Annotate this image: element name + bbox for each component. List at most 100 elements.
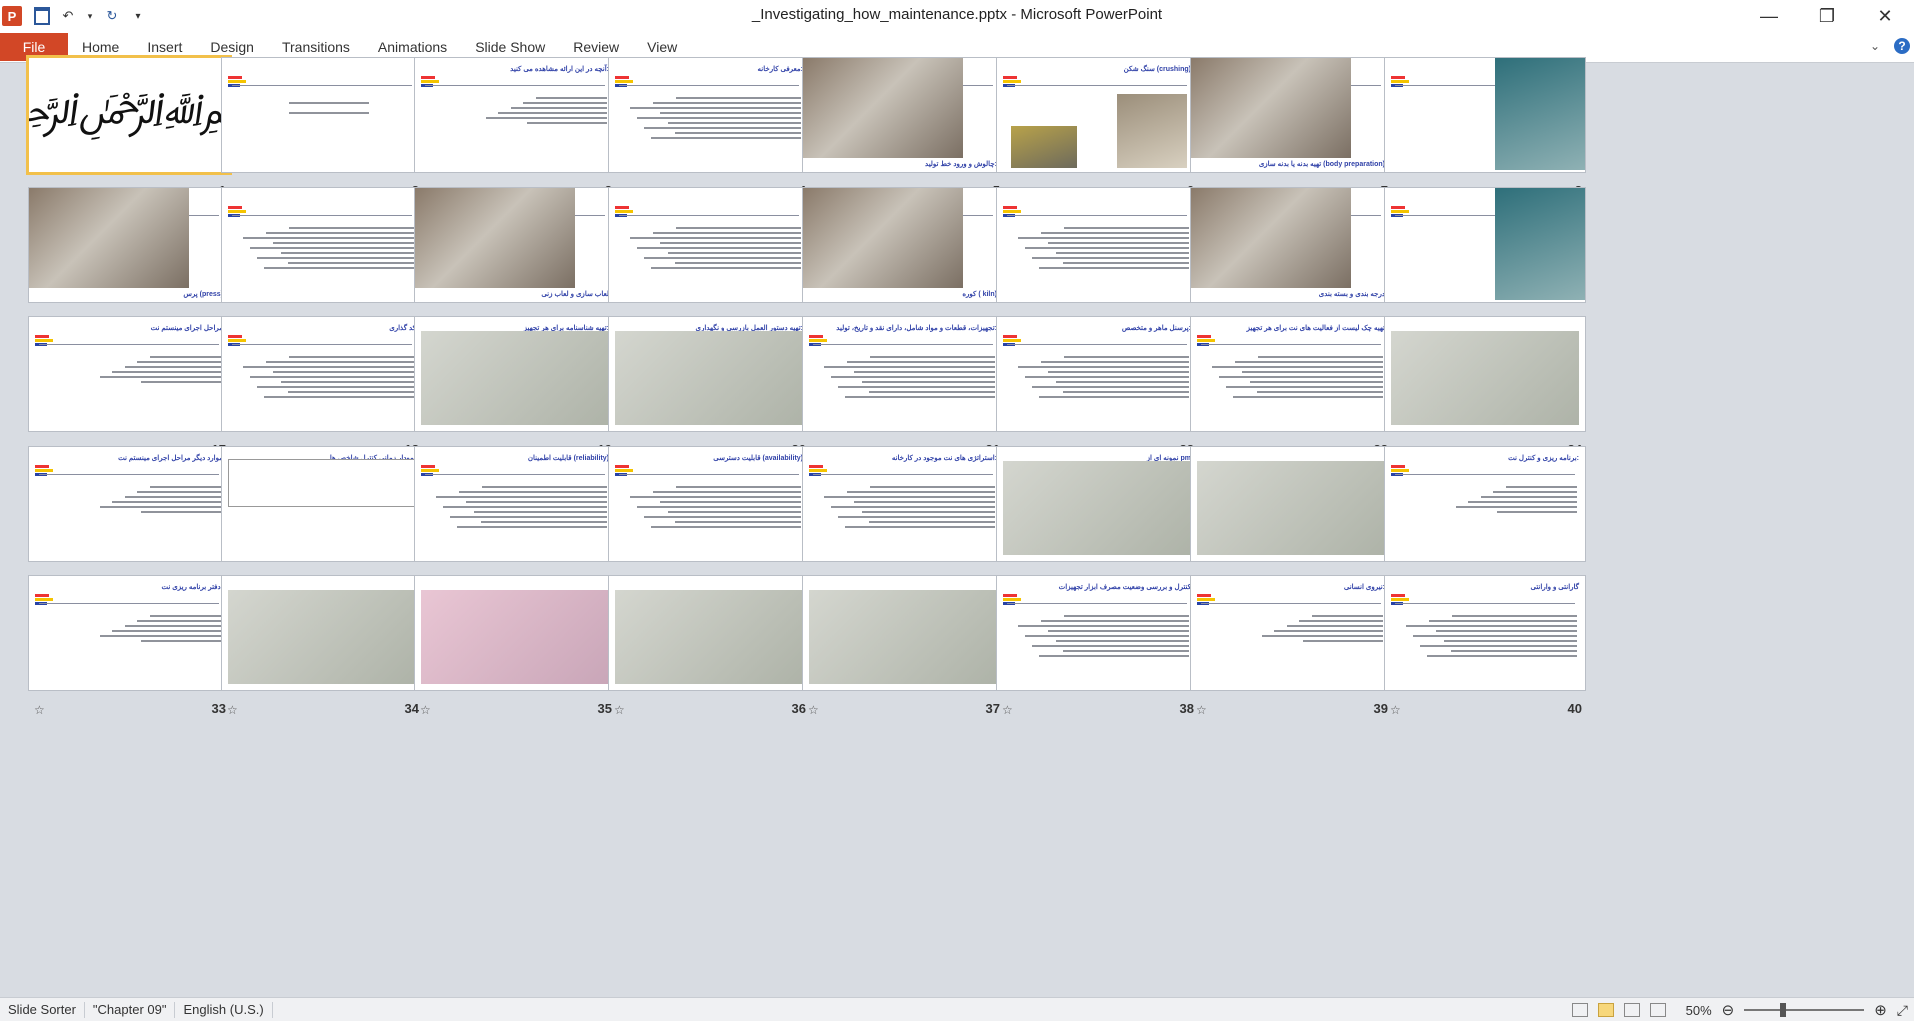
slide-thumbnail[interactable]: لعاب سازی و لعاب زنی <box>414 187 616 303</box>
expand-ribbon-icon[interactable]: ⌄ <box>1870 39 1880 53</box>
slide-thumbnail-cell[interactable]: نمودار زمانی کنترل شاخص ها☆26 <box>221 446 423 594</box>
slide-thumbnail[interactable]: پرس (press) <box>28 187 230 303</box>
slide-thumbnail[interactable] <box>608 575 810 691</box>
slide-thumbnail-cell[interactable]: ☆14 <box>996 187 1198 335</box>
slide-thumbnail-cell[interactable]: تهیه دستور العمل بازرسی و نگهداری:☆20 <box>608 316 810 464</box>
slide-thumbnail-cell[interactable]: دفتر برنامه ریزی نت:☆33 <box>28 575 230 723</box>
slide-thumbnail-cell[interactable]: درجه بندی و بسته بندی☆15 <box>1190 187 1392 335</box>
slide-thumbnail-cell[interactable]: قابلیت دسترسی (availability)☆28 <box>608 446 810 594</box>
slide-thumbnail-cell[interactable]: لعاب سازی و لعاب زنی☆11 <box>414 187 616 335</box>
slide-thumbnail-cell[interactable]: ☆ 36 <box>608 575 810 723</box>
slide-thumbnail-cell[interactable]: ☆10 <box>221 187 423 335</box>
slide-sorter-pane[interactable]: ﷽☆1☆2آنچه در این ارائه مشاهده می کنید:☆3… <box>0 55 1914 997</box>
status-language[interactable]: English (U.S.) <box>175 1001 273 1018</box>
slide-thumbnail-cell[interactable]: سنگ شکن (crushing)☆6 <box>996 57 1198 205</box>
slide-thumbnail-cell[interactable]: آنچه در این ارائه مشاهده می کنید:☆3 <box>414 57 616 205</box>
slide-thumbnail[interactable]: سنگ شکن (crushing) <box>996 57 1198 173</box>
slide-thumbnail-cell[interactable]: ☆12 <box>608 187 810 335</box>
slide-thumbnail-cell[interactable]: ☆31 <box>1190 446 1392 594</box>
reading-view-button[interactable] <box>1623 1003 1640 1017</box>
slide-thumbnail-cell[interactable]: موارد دیگر مراحل اجرای مینستم نت☆25 <box>28 446 230 594</box>
slide-thumbnail-cell[interactable]: نیروی انسانی:☆39 <box>1190 575 1392 723</box>
customize-toolbar-icon[interactable]: ▾ <box>130 8 146 24</box>
slide-thumbnail-cell[interactable]: ﷽☆1 <box>26 55 232 205</box>
slide-thumbnail[interactable] <box>221 575 423 691</box>
slide-thumbnail-cell[interactable]: گارانتی و وارانتی ☆ 40 <box>1384 575 1586 723</box>
slide-thumbnail-cell[interactable]: برنامه ریزی و کنترل نت:☆32 <box>1384 446 1586 594</box>
slide-thumbnail-cell[interactable]: تهیه شناسنامه برای هر تجهیز:☆19 <box>414 316 616 464</box>
slide-transition-icon[interactable]: ☆ <box>614 703 625 717</box>
slide-thumbnail-cell[interactable]: استراتژی های نت موجود در کارخانه:☆29 <box>802 446 1004 594</box>
slide-transition-icon[interactable]: ☆ <box>1390 703 1401 717</box>
slide-thumbnail[interactable]: نیروی انسانی: <box>1190 575 1392 691</box>
slide-thumbnail[interactable]: قابلیت دسترسی (availability) <box>608 446 810 562</box>
slide-thumbnail-cell[interactable]: تهیه چک لیست از فعالیت های نت برای هر تج… <box>1190 316 1392 464</box>
slide-thumbnail-cell[interactable]: معرفی کارخانه:☆4 <box>608 57 810 205</box>
slide-thumbnail-cell[interactable]: تهیه بدنه :☆8 <box>1384 57 1586 205</box>
normal-view-button[interactable] <box>1571 1003 1588 1017</box>
slide-thumbnail[interactable]: تهیه چک لیست از فعالیت های نت برای هر تج… <box>1190 316 1392 432</box>
slide-thumbnail[interactable]: برنامه ریزی و کنترل نت: <box>1384 446 1586 562</box>
slide-thumbnail[interactable]: درجه بندی و بسته بندی <box>1190 187 1392 303</box>
slide-thumbnail-cell[interactable]: ☆24 <box>1384 316 1586 464</box>
slide-thumbnail[interactable]: تهیه شناسنامه برای هر تجهیز: <box>414 316 616 432</box>
slide-thumbnail[interactable]: آنچه در این ارائه مشاهده می کنید: <box>414 57 616 173</box>
zoom-out-button[interactable]: ⊖ <box>1722 1001 1735 1019</box>
slide-thumbnail-cell[interactable]: کوره ( kiln)☆13 <box>802 187 1004 335</box>
slide-thumbnail[interactable] <box>221 187 423 303</box>
undo-icon[interactable]: ↶ <box>60 8 76 24</box>
slide-thumbnail[interactable] <box>221 57 423 173</box>
slide-sorter-view-button[interactable] <box>1597 1003 1614 1017</box>
slide-thumbnail-cell[interactable]: ☆ 34 <box>221 575 423 723</box>
redo-icon[interactable]: ↻ <box>104 8 120 24</box>
slide-thumbnail[interactable]: تجهیزات، قطعات و مواد شامل، دارای نقد و … <box>802 316 1004 432</box>
undo-dropdown-icon[interactable]: ▾ <box>86 8 94 24</box>
slide-thumbnail-cell[interactable]: پرسنل ماهر و متخصص:☆22 <box>996 316 1198 464</box>
powerpoint-logo-icon[interactable]: P <box>2 6 22 26</box>
slide-thumbnail[interactable]: دفتر برنامه ریزی نت: <box>28 575 230 691</box>
slide-thumbnail[interactable]: پرسنل ماهر و متخصص: <box>996 316 1198 432</box>
minimize-button[interactable]: — <box>1740 0 1798 32</box>
slide-transition-icon[interactable]: ☆ <box>227 703 238 717</box>
slide-thumbnail[interactable]: تهیه بدنه : <box>1384 57 1586 173</box>
slide-thumbnail[interactable]: چالوش و ورود خط تولید: <box>802 57 1004 173</box>
zoom-level[interactable]: 50% <box>1686 1003 1712 1018</box>
slide-thumbnail-cell[interactable]: کنترل و بررسی وضعیت مصرف ابزار تجهیزات ☆ 3… <box>996 575 1198 723</box>
slide-thumbnail[interactable] <box>1384 187 1586 303</box>
slide-thumbnail[interactable] <box>608 187 810 303</box>
slide-thumbnail[interactable]: تهیه بدنه یا بدنه سازی (body preparation… <box>1190 57 1392 173</box>
slide-thumbnail-cell[interactable]: چالوش و ورود خط تولید:☆5 <box>802 57 1004 205</box>
slide-transition-icon[interactable]: ☆ <box>420 703 431 717</box>
zoom-slider[interactable] <box>1744 1003 1865 1017</box>
slide-thumbnail[interactable] <box>1190 446 1392 562</box>
slide-thumbnail[interactable]: کوره ( kiln) <box>802 187 1004 303</box>
slide-thumbnail-cell[interactable]: ☆16 <box>1384 187 1586 335</box>
slide-thumbnail[interactable]: معرفی کارخانه: <box>608 57 810 173</box>
slide-thumbnail[interactable] <box>802 575 1004 691</box>
slide-thumbnail[interactable]: تهیه دستور العمل بازرسی و نگهداری: <box>608 316 810 432</box>
slide-thumbnail[interactable]: گارانتی و وارانتی <box>1384 575 1586 691</box>
slide-show-view-button[interactable] <box>1649 1003 1666 1017</box>
slide-transition-icon[interactable]: ☆ <box>1196 703 1207 717</box>
slide-thumbnail-cell[interactable]: پرس (press)☆9 <box>28 187 230 335</box>
restore-button[interactable]: ❐ <box>1798 0 1856 32</box>
slide-thumbnail-cell[interactable]: نمونه ای از pm☆30 <box>996 446 1198 594</box>
slide-thumbnail[interactable] <box>996 187 1198 303</box>
slide-thumbnail-cell[interactable]: ☆ 37 <box>802 575 1004 723</box>
slide-thumbnail[interactable]: قابلیت اطمینان (reliability) <box>414 446 616 562</box>
slide-thumbnail[interactable]: ﷽ <box>26 55 232 175</box>
slide-thumbnail-cell[interactable]: تهیه بدنه یا بدنه سازی (body preparation… <box>1190 57 1392 205</box>
help-icon[interactable]: ? <box>1894 38 1910 54</box>
slide-thumbnail-cell[interactable]: تجهیزات، قطعات و مواد شامل، دارای نقد و … <box>802 316 1004 464</box>
slide-transition-icon[interactable]: ☆ <box>34 703 45 717</box>
slide-thumbnail-cell[interactable]: ☆ 35 <box>414 575 616 723</box>
slide-thumbnail[interactable]: کنترل و بررسی وضعیت مصرف ابزار تجهیزات <box>996 575 1198 691</box>
save-icon[interactable] <box>34 7 50 25</box>
zoom-slider-knob[interactable] <box>1780 1003 1787 1017</box>
slide-thumbnail[interactable] <box>414 575 616 691</box>
slide-thumbnail-cell[interactable]: مراحل اجرای مینستم نت☆17 <box>28 316 230 464</box>
slide-thumbnail-cell[interactable]: کد گذاری☆18 <box>221 316 423 464</box>
slide-thumbnail[interactable]: نمونه ای از pm <box>996 446 1198 562</box>
slide-transition-icon[interactable]: ☆ <box>808 703 819 717</box>
slide-thumbnail[interactable] <box>1384 316 1586 432</box>
